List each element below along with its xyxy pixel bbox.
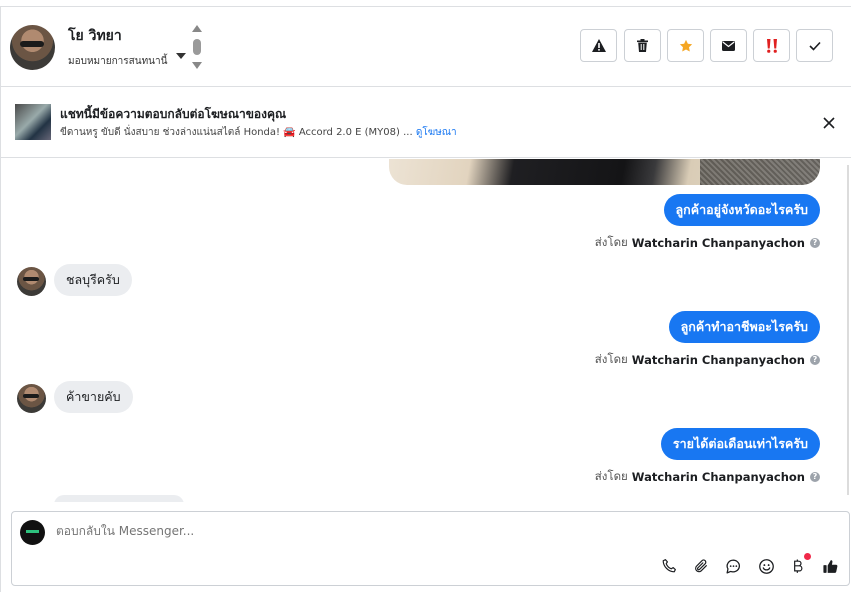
conversation-header: โย วิทยา มอบหมายการสนทนานี้ (0, 7, 851, 87)
sent-by-line: ส่งโดย Watcharin Chanpanyachon ? (595, 351, 820, 369)
outgoing-message[interactable]: รายได้ต่อเดือนเท่าไรครับ (660, 428, 820, 460)
scroll-up-icon[interactable] (192, 25, 202, 32)
follow-up-button[interactable] (753, 29, 790, 62)
outgoing-message[interactable]: ลูกค้าอยู่จังหวัดอะไรครับ (663, 194, 820, 226)
contact-avatar[interactable] (10, 25, 55, 70)
emoji-button[interactable] (756, 556, 776, 576)
checkmark-icon (808, 41, 821, 51)
delete-button[interactable] (624, 29, 661, 62)
phone-icon (662, 559, 676, 573)
contact-avatar-small[interactable] (17, 384, 46, 413)
trash-icon (637, 39, 648, 52)
star-button[interactable] (667, 29, 704, 62)
outgoing-message[interactable]: ลูกค้าทำอาชีพอะไรครับ (668, 311, 820, 343)
ad-reply-banner: แชทนี้มีข้อความตอบกลับต่อโฆษณาของคุณ ขีด… (0, 88, 851, 158)
payment-button[interactable] (788, 553, 811, 576)
reply-input[interactable] (56, 524, 656, 538)
incoming-message[interactable]: ค้าขายคับ (54, 381, 133, 413)
saved-replies-button[interactable] (723, 556, 743, 576)
assign-conversation-label[interactable]: มอบหมายการสนทนานี้ (68, 54, 167, 69)
sent-by-line: ส่งโดย Watcharin Chanpanyachon ? (595, 234, 820, 252)
warning-icon (591, 39, 606, 52)
close-icon[interactable] (821, 115, 837, 131)
paperclip-icon (695, 559, 707, 573)
double-exclamation-icon (766, 38, 777, 53)
sent-by-prefix: ส่งโดย (594, 352, 628, 366)
call-button[interactable] (659, 556, 679, 576)
contact-name[interactable]: โย วิทยา (68, 25, 122, 47)
sender-name: Watcharin Chanpanyachon (631, 236, 805, 250)
view-ad-link[interactable]: ดูโฆษณา (416, 127, 457, 138)
smiley-icon (758, 558, 774, 574)
incoming-message-partial[interactable] (54, 495, 184, 502)
scroll-thumb[interactable] (193, 39, 201, 55)
ad-banner-description-line: ขีดานหรู ขับดี นั่งสบาย ช่วงล่างแน่นสไตล… (60, 125, 457, 140)
attach-button[interactable] (691, 556, 711, 576)
info-icon[interactable]: ? (810, 238, 820, 248)
scroll-down-icon[interactable] (192, 62, 202, 69)
baht-icon (794, 559, 803, 573)
mark-unread-button[interactable] (710, 29, 747, 62)
message-thread[interactable]: ลูกค้าอยู่จังหวัดอะไรครับ ส่งโดย Watchar… (0, 159, 851, 502)
notification-dot (804, 553, 811, 560)
thread-scrollbar[interactable] (846, 165, 850, 495)
send-like-button[interactable] (820, 556, 840, 576)
contact-avatar-small[interactable] (17, 267, 46, 296)
sender-name: Watcharin Chanpanyachon (631, 353, 805, 367)
sender-name: Watcharin Chanpanyachon (631, 470, 805, 484)
incoming-message[interactable]: ชลบุรีครับ (54, 264, 132, 296)
envelope-icon (722, 40, 735, 51)
star-icon (679, 39, 692, 51)
ad-description: ขีดานหรู ขับดี นั่งสบาย ช่วงล่างแน่นสไตล… (60, 127, 413, 138)
info-icon[interactable]: ? (810, 472, 820, 482)
chevron-down-icon[interactable] (176, 53, 186, 59)
sent-by-line: ส่งโดย Watcharin Chanpanyachon ? (595, 468, 820, 486)
chat-bubble-icon (725, 558, 740, 574)
image-attachment[interactable] (389, 159, 820, 185)
report-spam-button[interactable] (580, 29, 617, 62)
info-icon[interactable]: ? (810, 355, 820, 365)
reply-composer (11, 511, 850, 586)
mark-done-button[interactable] (796, 29, 833, 62)
ad-thumbnail[interactable] (15, 104, 51, 140)
page-avatar (20, 520, 45, 545)
sent-by-prefix: ส่งโดย (594, 469, 628, 483)
sent-by-prefix: ส่งโดย (594, 235, 628, 249)
thumbs-up-icon (822, 559, 837, 573)
header-scroll-control[interactable] (191, 25, 203, 71)
ad-banner-title: แชทนี้มีข้อความตอบกลับต่อโฆษณาของคุณ (60, 107, 287, 121)
